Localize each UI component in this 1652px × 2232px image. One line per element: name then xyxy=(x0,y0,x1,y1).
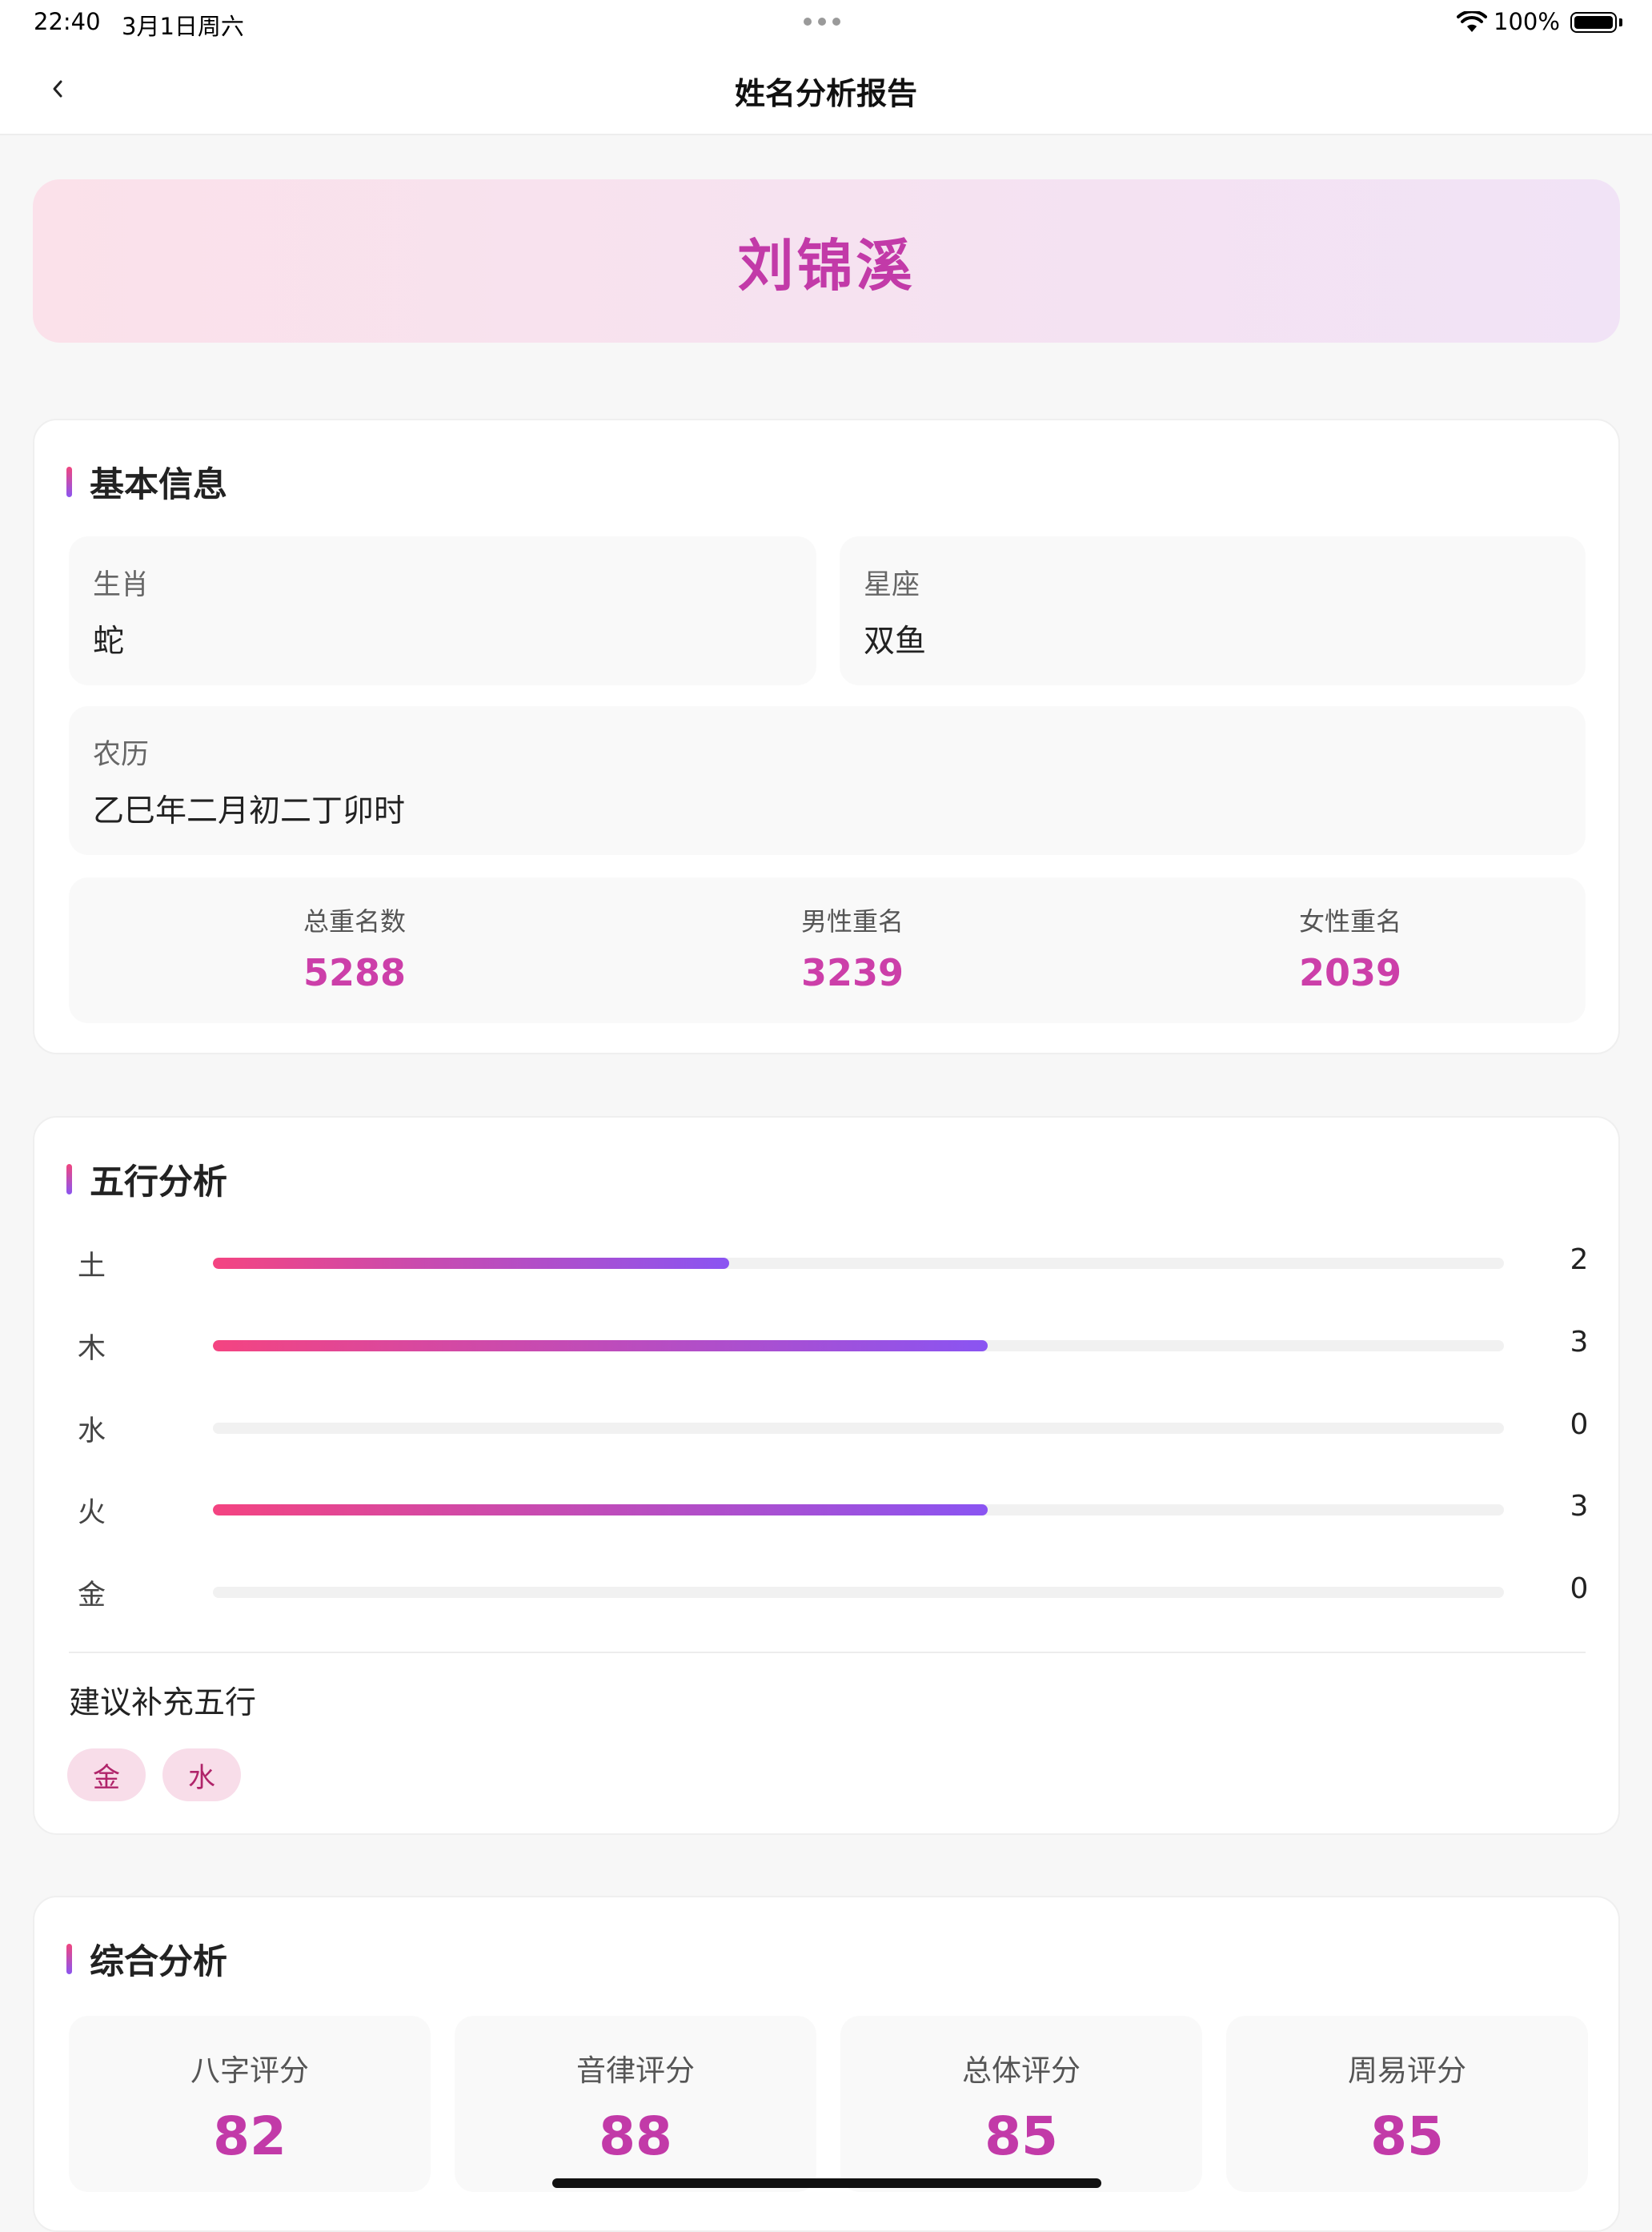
stat-value: 2039 xyxy=(1298,951,1402,994)
wuxing-bar-fill xyxy=(213,1504,988,1515)
stat-male: 男性重名 3239 xyxy=(604,877,1101,994)
stat-total: 总重名数 5288 xyxy=(106,877,603,994)
wuxing-bar-fill xyxy=(213,1258,730,1269)
status-time: 22:40 xyxy=(34,8,101,35)
wuxing-row: 土 2 xyxy=(34,1238,1622,1287)
analyzed-name: 刘锦溪 xyxy=(737,232,916,299)
status-bar: 22:40 3月1日周六 100% xyxy=(0,0,1652,45)
wuxing-count: 3 xyxy=(1570,1326,1589,1359)
wuxing-label: 水 xyxy=(78,1415,106,1447)
wuxing-label: 火 xyxy=(78,1497,106,1529)
score-value: 85 xyxy=(1370,2106,1444,2167)
suggest-tag: 水 xyxy=(162,1748,241,1801)
battery-cap xyxy=(1619,18,1622,26)
wuxing-label: 土 xyxy=(78,1250,106,1283)
lunar-box: 农历 乙巳年二月初二丁卯时 xyxy=(69,706,1586,855)
stat-value: 3239 xyxy=(800,951,904,994)
duplicate-name-stats: 总重名数 5288 男性重名 3239 女性重名 2039 xyxy=(69,877,1586,1023)
wifi-icon xyxy=(1457,11,1487,32)
wuxing-bar-track xyxy=(213,1504,1504,1515)
page-title: 姓名分析报告 xyxy=(734,76,917,111)
score-label: 周易评分 xyxy=(1348,2053,1466,2088)
wuxing-row: 金 0 xyxy=(34,1568,1622,1616)
section-title: 基本信息 xyxy=(90,465,227,505)
wuxing-count: 0 xyxy=(1570,1572,1589,1605)
score-value: 82 xyxy=(213,2106,287,2167)
wuxing-row: 火 3 xyxy=(34,1485,1622,1533)
wuxing-bar-fill xyxy=(213,1340,988,1351)
section-accent-bar xyxy=(66,1164,72,1194)
wuxing-count: 3 xyxy=(1570,1490,1589,1523)
lunar-value: 乙巳年二月初二丁卯时 xyxy=(93,793,406,829)
basic-info-card: 基本信息 生肖 蛇 星座 双鱼 农历 乙巳年二月初二丁卯时 总重名数 5288 … xyxy=(33,419,1620,1054)
score-label: 音律评分 xyxy=(576,2053,695,2088)
stat-label: 男性重名 xyxy=(800,906,904,937)
wuxing-row: 木 3 xyxy=(34,1321,1622,1369)
wuxing-bar-track xyxy=(213,1340,1504,1351)
score-label: 总体评分 xyxy=(962,2053,1081,2088)
wuxing-count: 2 xyxy=(1570,1243,1589,1276)
score-box-yinlv: 音律评分 88 xyxy=(455,2016,816,2192)
score-box-overall: 总体评分 85 xyxy=(840,2016,1202,2192)
score-box-zhouyi: 周易评分 85 xyxy=(1226,2016,1588,2192)
score-label: 八字评分 xyxy=(190,2053,309,2088)
section-accent-bar xyxy=(66,1944,72,1974)
stat-label: 总重名数 xyxy=(303,906,406,937)
stat-label: 女性重名 xyxy=(1298,906,1401,937)
status-date: 3月1日周六 xyxy=(122,13,244,40)
battery-percent: 100% xyxy=(1494,8,1560,35)
section-title: 五行分析 xyxy=(90,1162,227,1202)
wuxing-label: 金 xyxy=(78,1580,106,1612)
stat-female: 女性重名 2039 xyxy=(1102,877,1598,994)
zodiac-box: 生肖 蛇 xyxy=(69,536,816,685)
suggest-title: 建议补充五行 xyxy=(69,1685,257,1721)
wuxing-bar-track xyxy=(213,1423,1504,1434)
zodiac-value: 蛇 xyxy=(93,624,125,660)
multitasking-dots-icon[interactable] xyxy=(804,18,840,26)
wuxing-label: 木 xyxy=(78,1333,106,1365)
score-value: 88 xyxy=(599,2106,672,2167)
section-title: 综合分析 xyxy=(90,1942,227,1982)
battery-icon xyxy=(1570,12,1617,33)
name-banner: 刘锦溪 xyxy=(33,179,1620,343)
lunar-label: 农历 xyxy=(93,739,150,771)
navigation-bar: 姓名分析报告 xyxy=(0,45,1652,135)
stat-value: 5288 xyxy=(303,951,407,994)
constellation-box: 星座 双鱼 xyxy=(840,536,1586,685)
wuxing-card: 五行分析 土 2 木 3 水 0 火 3 金 0 建议补充五行 金 水 xyxy=(33,1116,1620,1835)
wuxing-count: 0 xyxy=(1570,1408,1589,1441)
wuxing-bar-track xyxy=(213,1258,1504,1269)
constellation-label: 星座 xyxy=(864,569,920,601)
divider xyxy=(69,1652,1586,1653)
wuxing-bar-track xyxy=(213,1587,1504,1598)
constellation-value: 双鱼 xyxy=(864,624,927,660)
score-box-bazi: 八字评分 82 xyxy=(69,2016,431,2192)
score-value: 85 xyxy=(984,2106,1058,2167)
home-indicator[interactable] xyxy=(552,2178,1101,2188)
suggest-tag: 金 xyxy=(67,1748,146,1801)
zodiac-label: 生肖 xyxy=(93,569,150,601)
wuxing-row: 水 0 xyxy=(34,1403,1622,1451)
section-accent-bar xyxy=(66,467,72,497)
